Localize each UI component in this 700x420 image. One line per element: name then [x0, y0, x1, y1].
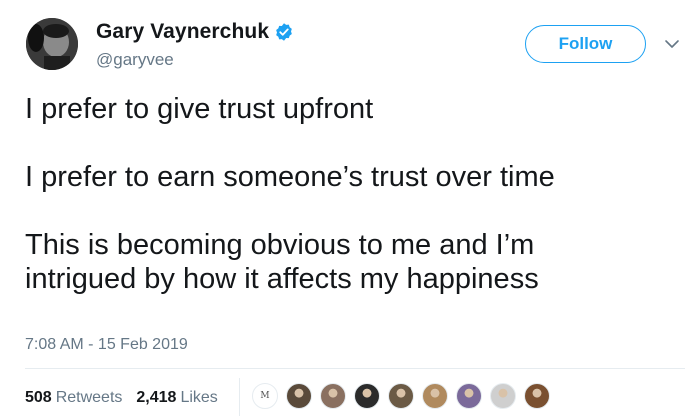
liker-avatar[interactable]	[286, 383, 312, 409]
name-row: Gary Vaynerchuk	[96, 20, 294, 44]
liker-avatar[interactable]	[422, 383, 448, 409]
likes-stat[interactable]: 2,418 Likes	[136, 389, 217, 407]
liker-avatar-logo[interactable]: M	[252, 383, 278, 409]
retweets-count: 508	[25, 389, 52, 406]
retweets-label: Retweets	[55, 389, 123, 406]
likers-avatars: M	[252, 383, 558, 409]
divider	[25, 368, 685, 369]
tweet-timestamp[interactable]: 7:08 AM - 15 Feb 2019	[25, 336, 188, 354]
liker-avatar[interactable]	[354, 383, 380, 409]
liker-avatar[interactable]	[320, 383, 346, 409]
user-handle[interactable]: @garyvee	[96, 50, 174, 70]
chevron-down-icon[interactable]	[664, 36, 680, 52]
tweet-paragraph: This is becoming obvious to me and I’m i…	[25, 229, 539, 295]
liker-avatar[interactable]	[456, 383, 482, 409]
tweet-paragraph: I prefer to give trust upfront	[25, 93, 374, 125]
likes-count: 2,418	[136, 389, 177, 406]
follow-button[interactable]: Follow	[525, 25, 646, 63]
tweet-card: Gary Vaynerchuk @garyvee Follow I prefer…	[0, 0, 700, 420]
retweets-stat[interactable]: 508 Retweets	[25, 389, 122, 407]
display-name[interactable]: Gary Vaynerchuk	[96, 20, 269, 44]
tweet-text: I prefer to give trust upfront I prefer …	[25, 92, 675, 330]
liker-avatar[interactable]	[490, 383, 516, 409]
liker-avatar[interactable]	[388, 383, 414, 409]
avatar[interactable]	[26, 18, 78, 70]
verified-badge-icon	[274, 22, 294, 42]
liker-avatar[interactable]	[524, 383, 550, 409]
tweet-stats: 508 Retweets 2,418 Likes	[25, 389, 232, 407]
stats-separator	[239, 378, 240, 416]
avatar-portrait-icon	[26, 18, 78, 70]
likes-label: Likes	[180, 389, 218, 406]
tweet-paragraph: I prefer to earn someone’s trust over ti…	[25, 161, 555, 193]
